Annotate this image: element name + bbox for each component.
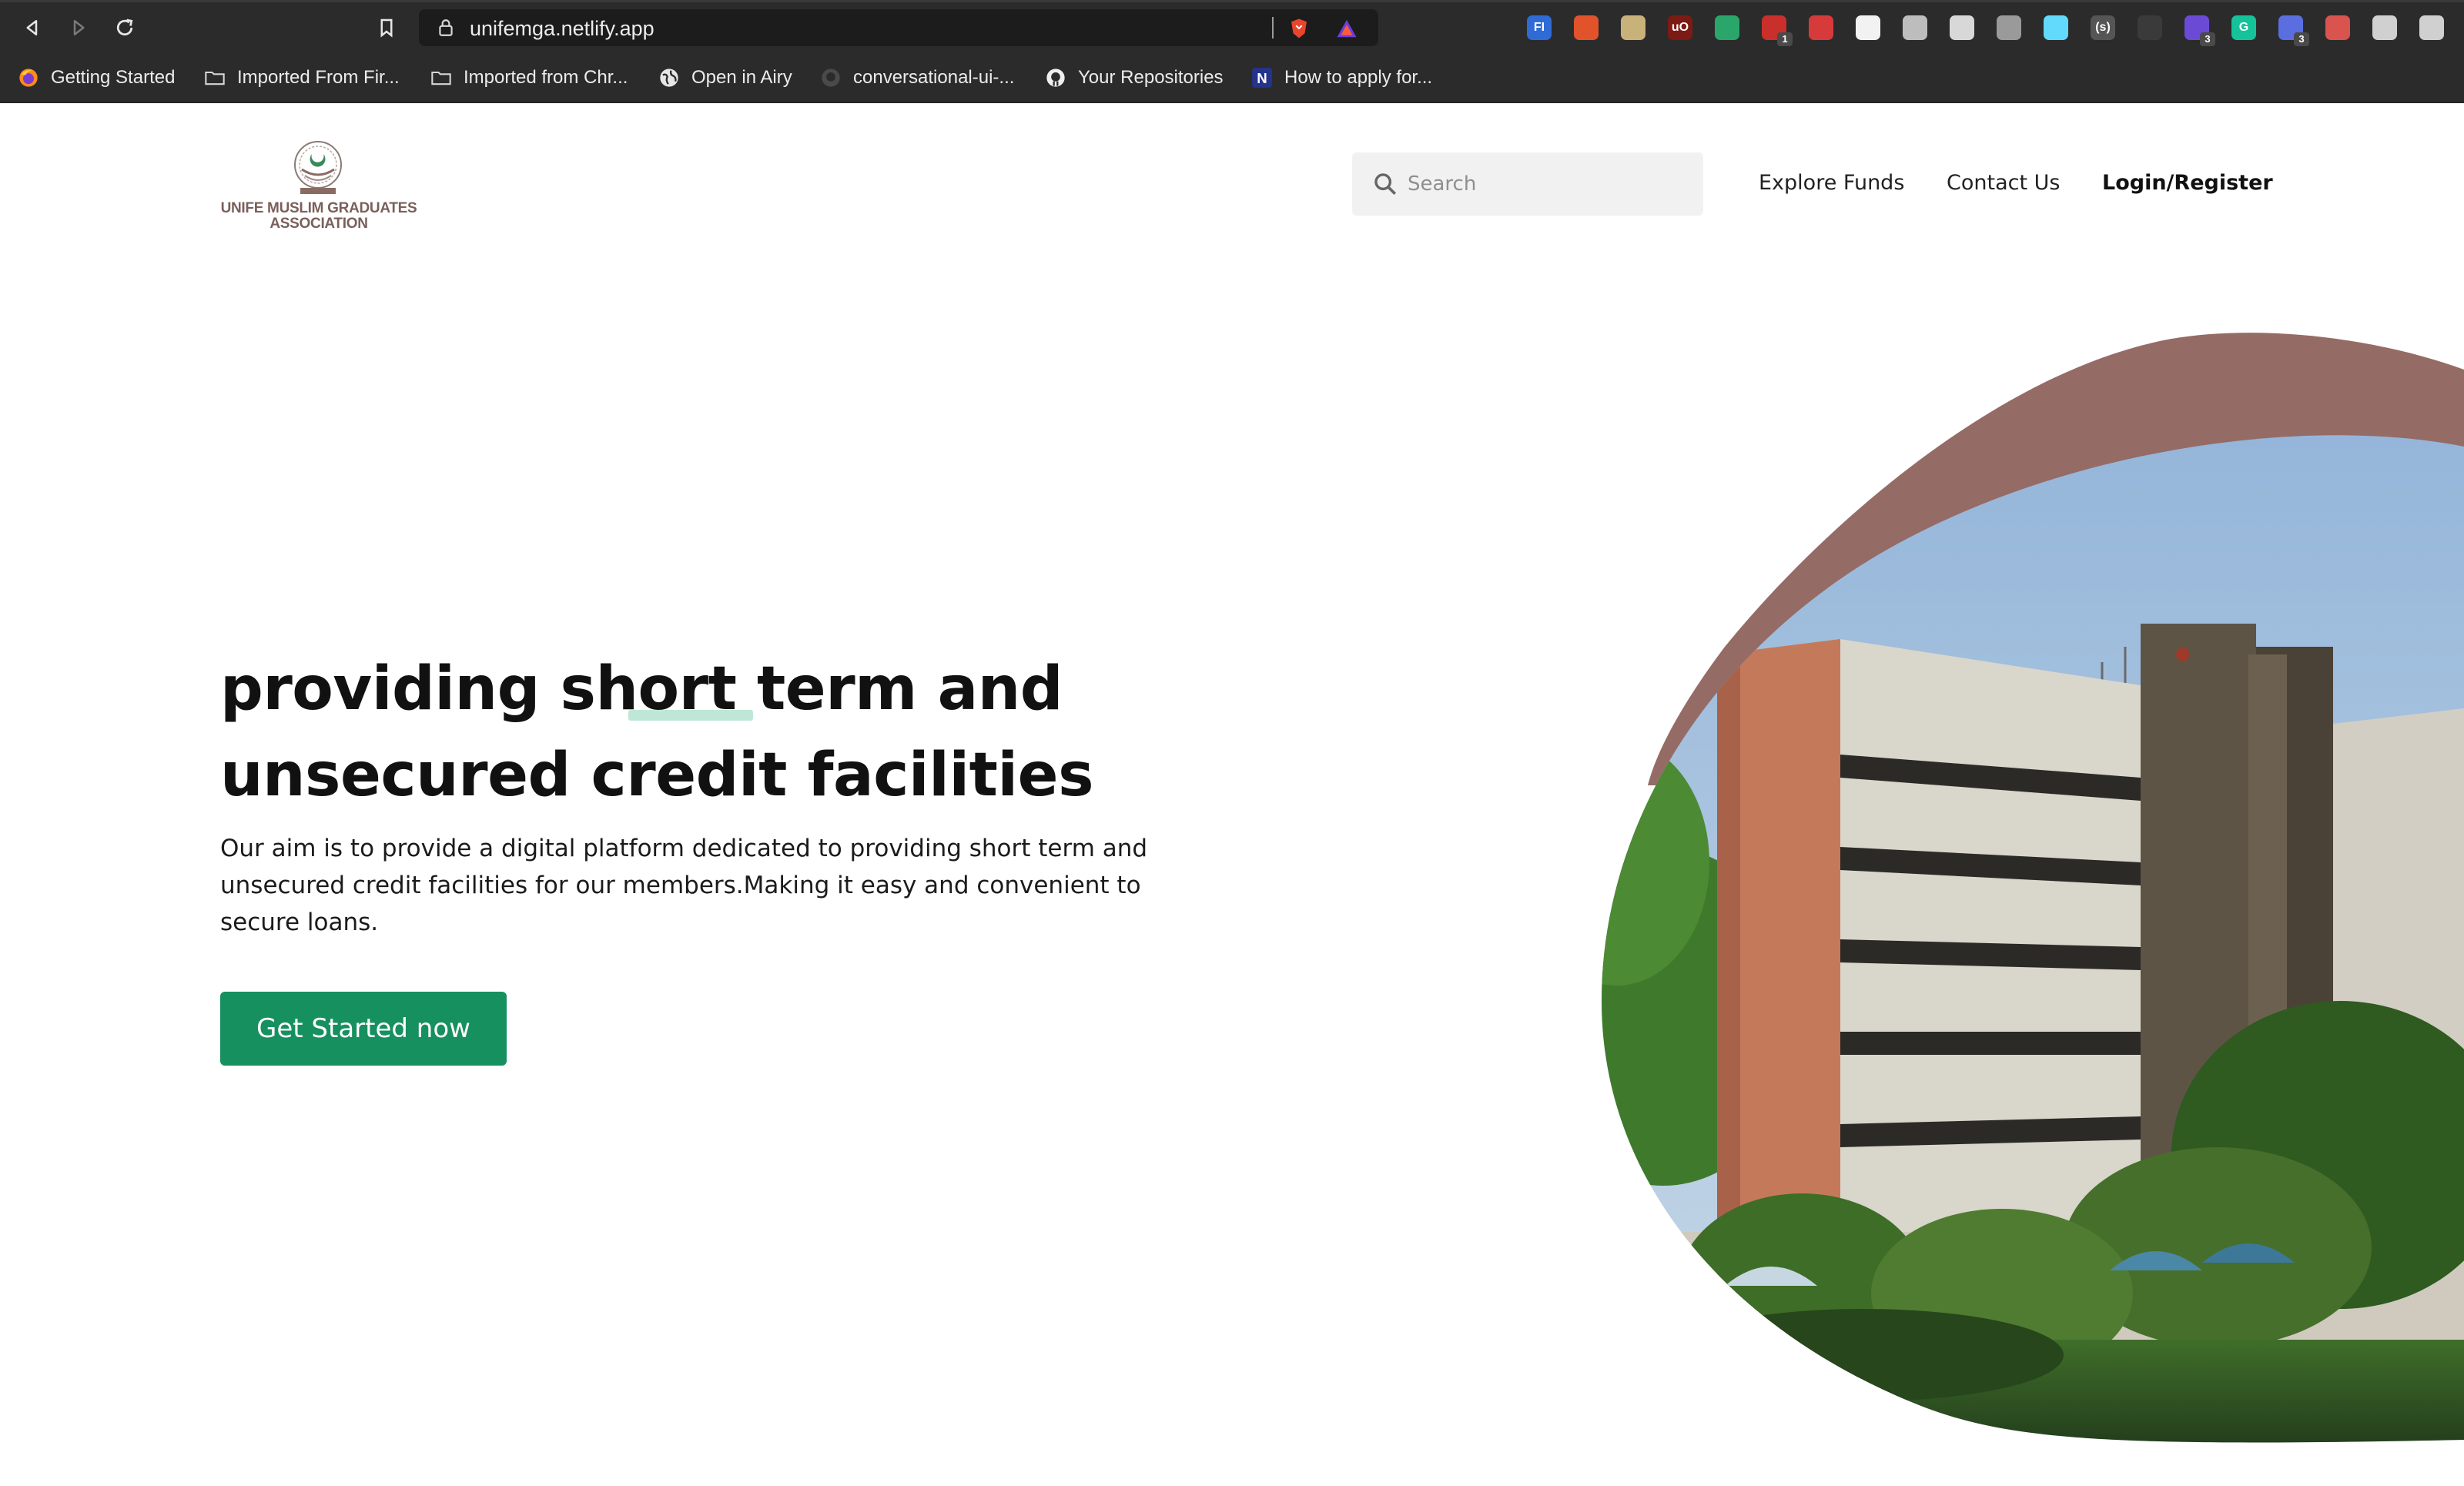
bookmark-label: Your Repositories (1078, 67, 1224, 88)
react-icon[interactable] (2044, 15, 2068, 40)
back-button[interactable] (17, 12, 48, 43)
fl-icon[interactable]: FI (1527, 15, 1552, 40)
ublock-icon[interactable]: uO (1668, 15, 1692, 40)
puzzle-icon[interactable] (2372, 15, 2397, 40)
search-box (1352, 152, 1703, 216)
grammarly-icon[interactable]: G (2231, 15, 2256, 40)
svg-text:N: N (1257, 70, 1267, 86)
globe-green-icon[interactable] (1715, 15, 1739, 40)
brave-rewards-icon[interactable] (1335, 17, 1358, 40)
folder-icon (203, 66, 226, 89)
extension-label: uO (1671, 21, 1689, 34)
bookmark-label: Getting Started (51, 67, 176, 88)
site-logo[interactable]: UNIFE MUSLIM GRADUATES ASSOCIATION (220, 136, 417, 232)
omnibox-separator (1272, 17, 1274, 38)
github-icon (1044, 66, 1067, 89)
bookmark-getting-started[interactable]: Getting Started (17, 65, 175, 91)
brave-shield-icon[interactable] (1287, 17, 1311, 40)
bookmark-your-repositories[interactable]: Your Repositories (1044, 65, 1224, 91)
shield-dark-icon[interactable] (2138, 15, 2162, 40)
flame-icon[interactable] (1574, 15, 1599, 40)
apple-icon[interactable] (2325, 15, 2350, 40)
bookmark-page-button[interactable] (371, 12, 402, 43)
arc-icon[interactable] (1997, 15, 2021, 40)
get-started-button[interactable]: Get Started now (220, 992, 507, 1066)
bookmarks-bar: Getting Started Imported From Fir... Imp… (0, 54, 2464, 103)
braces-icon[interactable]: (s) (2091, 15, 2115, 40)
url-text: unifemga.netlify.app (470, 17, 654, 40)
bookmark-how-to-apply[interactable]: N How to apply for... (1250, 65, 1432, 91)
hero-title-line1: providing short term and (220, 654, 1063, 724)
hero-title-line2: unsecured credit facilities (220, 741, 1094, 810)
cross-icon[interactable] (1809, 15, 1833, 40)
nav-contact-us[interactable]: Contact Us (1947, 171, 2060, 195)
nav-explore-funds[interactable]: Explore Funds (1759, 171, 1904, 195)
back-arrow-icon (26, 20, 38, 35)
mail-icon[interactable] (1856, 15, 1880, 40)
n-icon: N (1250, 66, 1274, 89)
search-icon (1374, 173, 1397, 196)
globe-icon (658, 66, 681, 89)
bookmark-imported-firefox[interactable]: Imported From Fir... (203, 65, 400, 91)
target-icon[interactable] (1903, 15, 1927, 40)
forward-button[interactable] (63, 12, 94, 43)
extension-badge: 3 (2294, 32, 2309, 46)
extension-label: FI (1533, 21, 1545, 34)
bookmark-icon (380, 18, 393, 38)
lock-icon (439, 19, 453, 36)
stack-icon[interactable]: 3 (2184, 15, 2215, 46)
bookmark-label: Imported from Chr... (464, 67, 628, 88)
extension-badge: 1 (1777, 32, 1793, 46)
logo-text-line2: ASSOCIATION (270, 216, 368, 232)
bookmark-conversational-ui[interactable]: conversational-ui-... (819, 65, 1014, 91)
reload-button[interactable] (109, 12, 140, 43)
reload-icon (116, 18, 133, 36)
hero-campus-image (1602, 333, 2464, 1443)
logo-text-line1: UNIFE MUSLIM GRADUATES (220, 200, 417, 216)
github-icon (819, 66, 842, 89)
search-input[interactable] (1408, 165, 1685, 203)
bookmark-label: Imported From Fir... (237, 67, 400, 88)
hero-description: Our aim is to provide a digital platform… (220, 835, 1148, 936)
association-seal-icon (294, 141, 342, 194)
nav-login-register[interactable]: Login/Register (2102, 171, 2273, 195)
bookmark-label: Open in Airy (691, 67, 792, 88)
gear-blue-icon[interactable]: 3 (2278, 15, 2309, 46)
bookmark-label: conversational-ui-... (853, 67, 1015, 88)
bookmark-label: How to apply for... (1284, 67, 1433, 88)
menu-icon[interactable] (2419, 15, 2444, 40)
robot-icon[interactable] (1621, 15, 1645, 40)
address-bar[interactable]: unifemga.netlify.app (419, 9, 1378, 46)
todo-icon[interactable]: 1 (1762, 15, 1793, 46)
extension-label: (s) (2095, 21, 2111, 34)
forward-arrow-icon (73, 20, 85, 35)
tab-strip (0, 0, 2464, 2)
firefox-icon (17, 66, 40, 89)
browser-toolbar: unifemga.netlify.app FI uO 1 (s) 3 G 3 (0, 0, 2464, 54)
extension-label: G (2238, 21, 2249, 34)
window-icon[interactable] (1950, 15, 1974, 40)
folder-icon (430, 66, 453, 89)
bookmark-open-airy[interactable]: Open in Airy (658, 65, 792, 91)
bookmark-imported-chrome[interactable]: Imported from Chr... (430, 65, 628, 91)
extension-badge: 3 (2200, 32, 2215, 46)
